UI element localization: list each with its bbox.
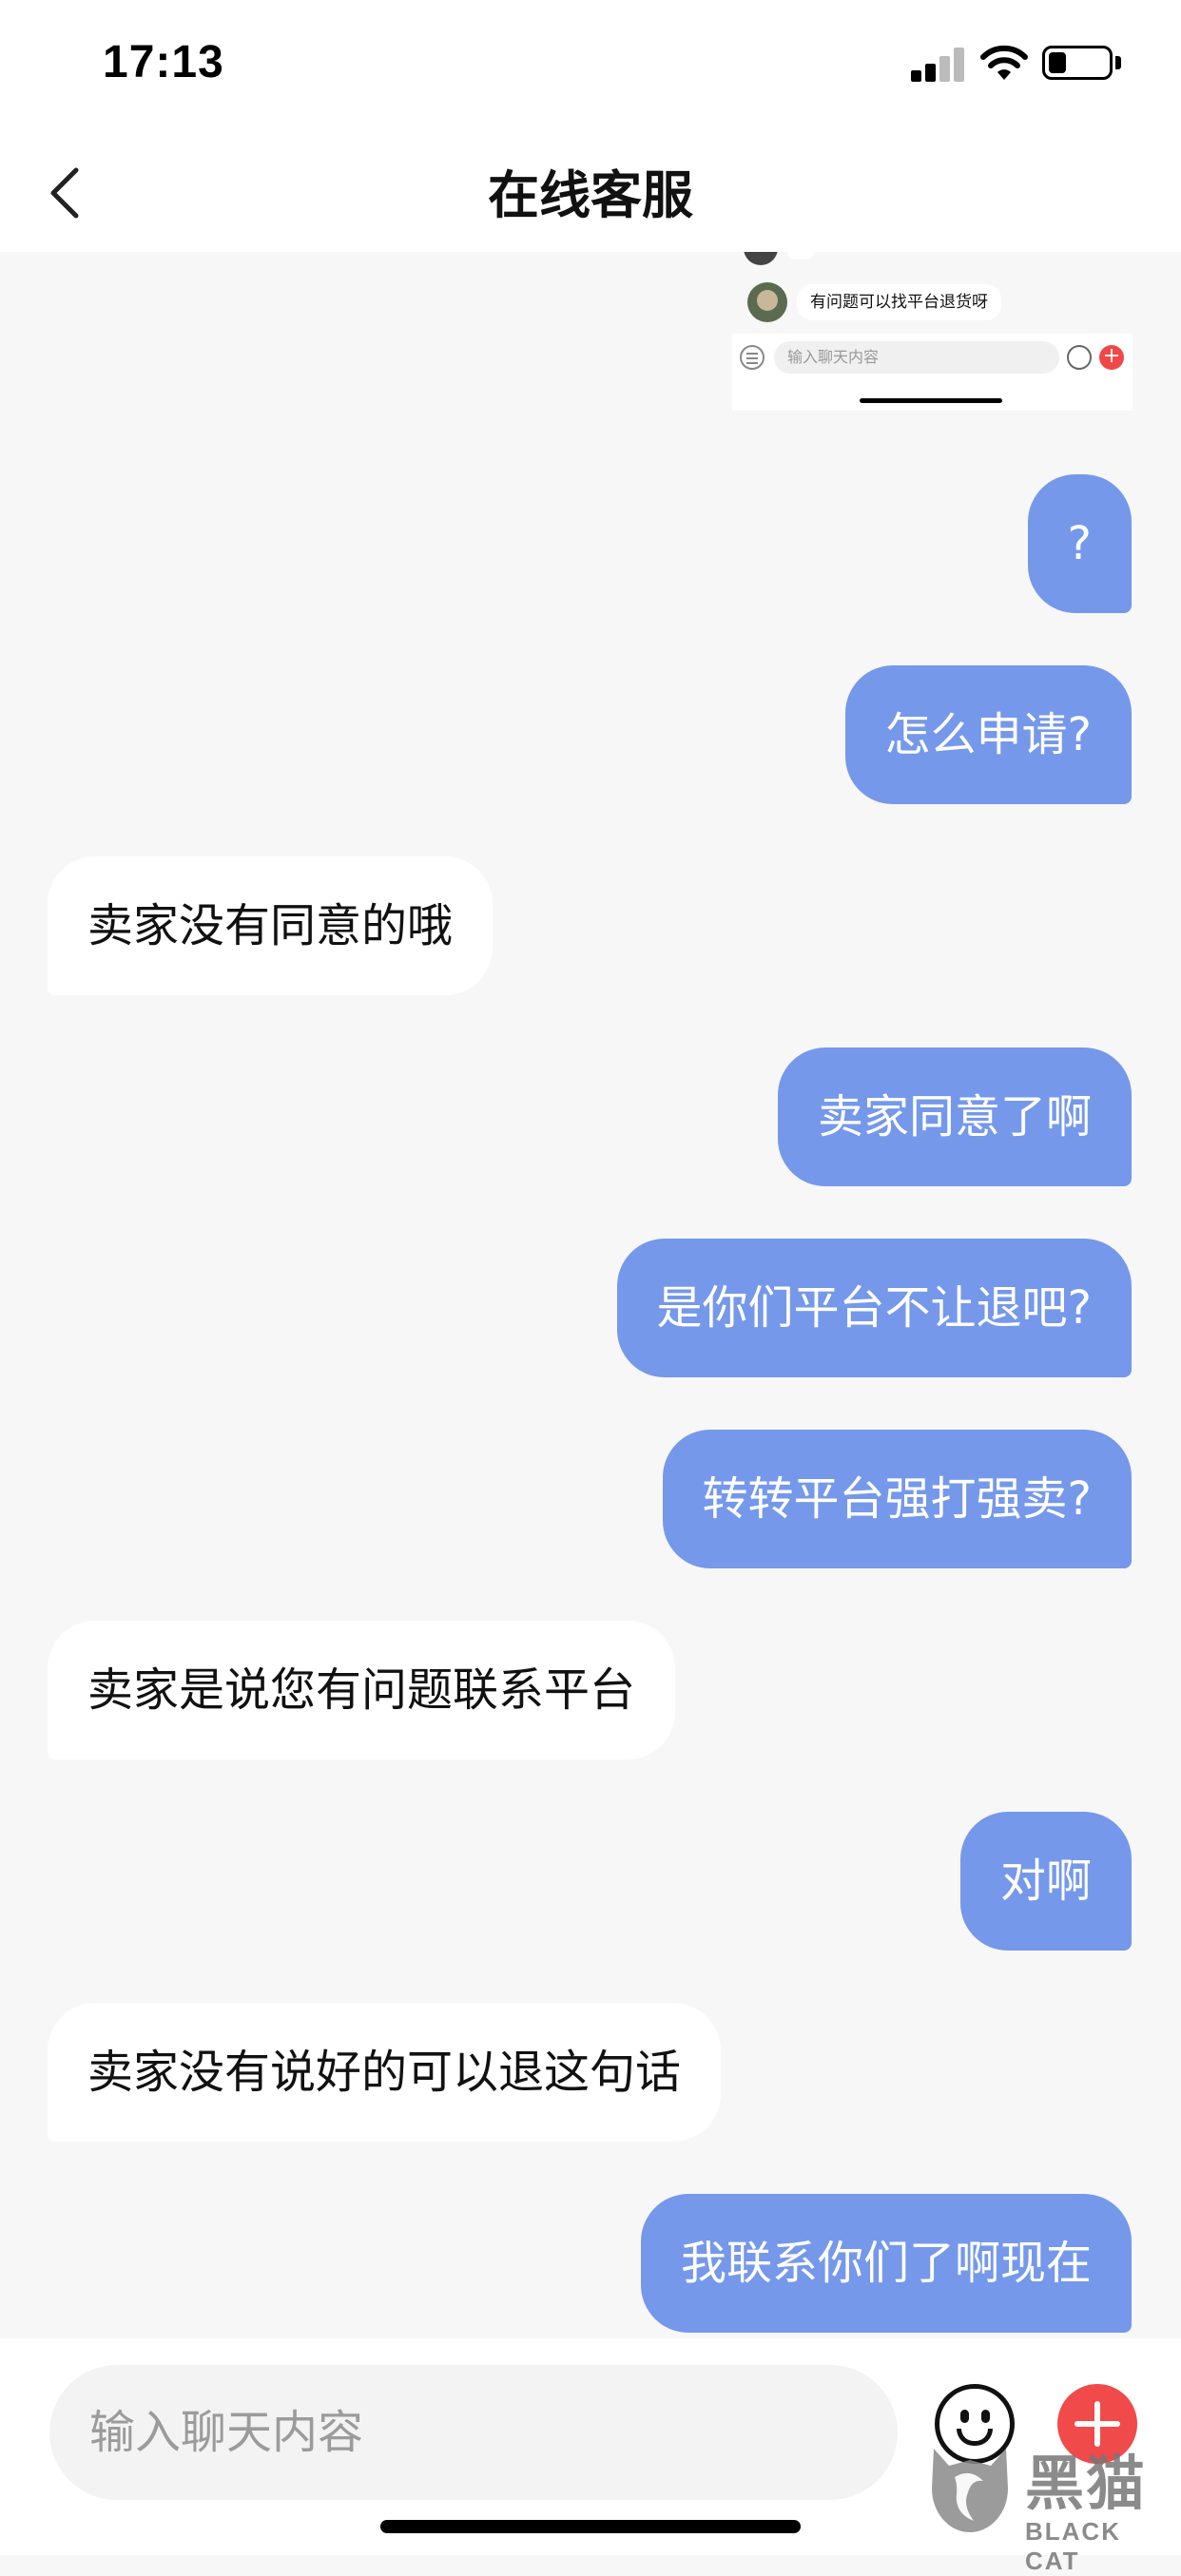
embedded-input-bar: 输入聊天内容 + [732, 334, 1133, 411]
embedded-avatar-top [744, 252, 778, 265]
message-bubble-sent[interactable]: 对啊 [959, 1812, 1132, 1951]
home-indicator[interactable] [380, 2520, 801, 2533]
status-time: 17:13 [103, 37, 224, 87]
battery-icon [1042, 46, 1113, 80]
message-bubble-sent[interactable]: 怎么申请? [844, 665, 1132, 804]
chat-input[interactable] [49, 2365, 898, 2500]
nav-bar: 在线客服 [0, 128, 1181, 252]
cellular-signal-icon [911, 48, 964, 82]
message-bubble-sent[interactable]: 是你们平台不让退吧? [616, 1239, 1132, 1377]
message-bubble-sent[interactable]: 我联系你们了啊现在 [640, 2194, 1132, 2333]
embedded-avatar [747, 282, 787, 322]
emoji-eye-right [981, 2410, 990, 2423]
message-bubble-received[interactable]: 卖家是说您有问题联系平台 [48, 1621, 676, 1759]
message-bubble-sent[interactable]: 转转平台强打强卖? [662, 1430, 1132, 1568]
status-bar: 17:13 [0, 0, 1181, 128]
message-bubble-sent[interactable]: ? [1027, 474, 1132, 613]
embedded-bubble-top [787, 252, 814, 260]
embedded-input: 输入聊天内容 [774, 341, 1059, 374]
embedded-plus-icon: + [1099, 345, 1124, 370]
embedded-menu-icon [740, 345, 765, 370]
screenshot-image-message[interactable]: 有问题可以找平台退货呀 输入聊天内容 + [732, 252, 1133, 411]
embedded-home-indicator [860, 398, 1002, 403]
embedded-emoji-icon [1067, 345, 1092, 370]
page-title: 在线客服 [488, 165, 693, 225]
embedded-message: 有问题可以找平台退货呀 [797, 284, 1001, 320]
battery-cap [1115, 56, 1121, 69]
chat-area[interactable]: 有问题可以找平台退货呀 输入聊天内容 + ? 怎么申请? 卖家没有同意的哦 卖家… [0, 252, 1181, 2338]
watermark-text-en: BLACK CAT [1025, 2517, 1121, 2575]
wifi-icon [980, 45, 1028, 80]
watermark-text-cn: 黑猫 [1025, 2449, 1148, 2518]
black-cat-logo-icon [932, 2449, 1008, 2532]
emoji-eye-left [960, 2410, 969, 2423]
message-bubble-received[interactable]: 卖家没有说好的可以退这句话 [48, 2003, 722, 2142]
blackcat-watermark: 黑猫 BLACK CAT [920, 2433, 1181, 2575]
message-bubble-sent[interactable]: 卖家同意了啊 [777, 1048, 1132, 1186]
message-bubble-received[interactable]: 卖家没有同意的哦 [48, 856, 494, 995]
